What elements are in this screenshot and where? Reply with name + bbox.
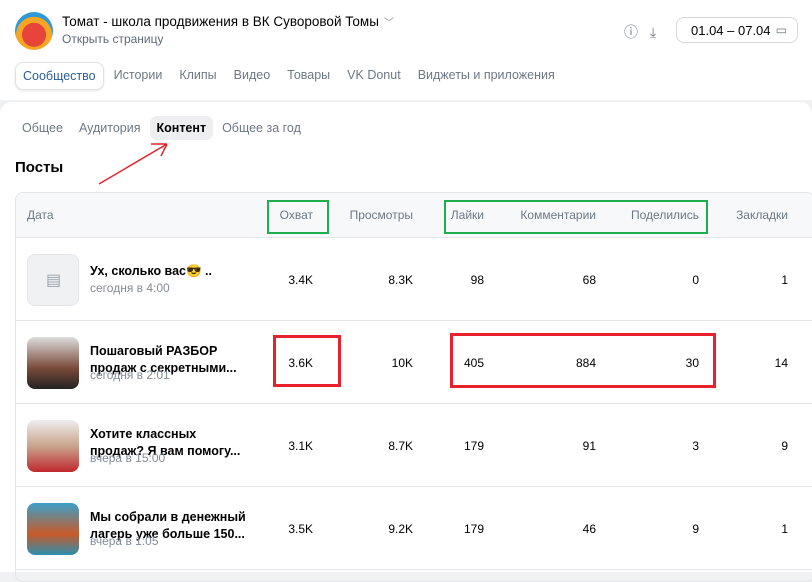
open-page-link[interactable]: Открыть страницу (62, 32, 164, 46)
subtab-audience[interactable]: Аудитория (72, 116, 148, 140)
tab-widgets[interactable]: Виджеты и приложения (411, 62, 562, 90)
tab-vk-donut[interactable]: VK Donut (340, 62, 408, 90)
cell-shares: 9 (692, 522, 699, 536)
cell-shares: 0 (692, 273, 699, 287)
cell-likes: 179 (463, 522, 484, 536)
post-date: сегодня в 4:00 (90, 281, 170, 295)
cell-comments: 91 (582, 439, 596, 453)
cell-comments: 46 (582, 522, 596, 536)
cell-likes: 98 (470, 273, 484, 287)
cell-likes: 179 (463, 439, 484, 453)
col-date[interactable]: Дата (27, 208, 127, 222)
subtab-general[interactable]: Общее (15, 116, 70, 140)
post-date: вчера в 1:05 (90, 534, 159, 548)
cell-bookmarks: 1 (781, 273, 788, 287)
date-range-picker[interactable]: 01.04 – 07.04 ▭ (676, 17, 798, 43)
cell-reach: 3.1K (288, 439, 313, 453)
cell-comments: 68 (582, 273, 596, 287)
tab-community[interactable]: Сообщество (15, 62, 104, 90)
post-date: вчера в 15:00 (90, 451, 166, 465)
post-thumbnail[interactable] (27, 503, 79, 555)
tab-clips[interactable]: Клипы (172, 62, 223, 90)
table-row[interactable]: Мы собрали в денежный лагерь уже больше … (16, 487, 812, 570)
calendar-icon: ▭ (775, 23, 787, 37)
tab-goods[interactable]: Товары (280, 62, 337, 90)
cell-shares: 3 (692, 439, 699, 453)
cell-bookmarks: 1 (781, 522, 788, 536)
table-row[interactable]: Хотите классных продаж? Я вам помогу... … (16, 404, 812, 487)
cell-bookmarks: 9 (781, 439, 788, 453)
download-icon[interactable]: ⤓ (650, 24, 656, 40)
table-row[interactable]: ▤ Ух, сколько вас😎 .. сегодня в 4:00 3.4K… (16, 238, 812, 321)
community-name: Томат - школа продвижения в ВК Суворовой… (62, 14, 379, 29)
annotation-red-box (450, 333, 716, 388)
document-icon: ▤ (46, 272, 62, 289)
subtab-year[interactable]: Общее за год (215, 116, 308, 140)
annotation-green-box (267, 200, 329, 234)
subtab-content[interactable]: Контент (149, 116, 214, 140)
post-date: сегодня в 2:01 (90, 368, 170, 382)
header: Томат - школа продвижения в ВК Суворовой… (0, 0, 812, 100)
cell-reach: 3.5K (288, 522, 313, 536)
tab-stories[interactable]: Истории (107, 62, 170, 90)
annotation-green-box (444, 200, 708, 234)
post-thumbnail[interactable] (27, 420, 79, 472)
post-thumbnail[interactable] (27, 337, 79, 389)
annotation-red-box (273, 335, 341, 387)
section-title: Посты (15, 159, 64, 176)
annotation-arrow-icon (98, 143, 168, 185)
date-range: 01.04 – 07.04 (691, 23, 771, 38)
community-selector[interactable]: Томат - школа продвижения в ВК Суворовой… (62, 14, 394, 29)
cell-reach: 3.4K (288, 273, 313, 287)
help-icon[interactable]: ⓘ (624, 24, 638, 40)
chevron-down-icon: ﹀ (383, 18, 394, 29)
community-avatar[interactable] (15, 12, 53, 50)
tab-video[interactable]: Видео (227, 62, 278, 90)
sub-tabs: Общее Аудитория Контент Общее за год (15, 116, 310, 140)
post-thumbnail[interactable]: ▤ (27, 254, 79, 306)
main-tabs: Сообщество Истории Клипы Видео Товары VK… (15, 62, 565, 90)
